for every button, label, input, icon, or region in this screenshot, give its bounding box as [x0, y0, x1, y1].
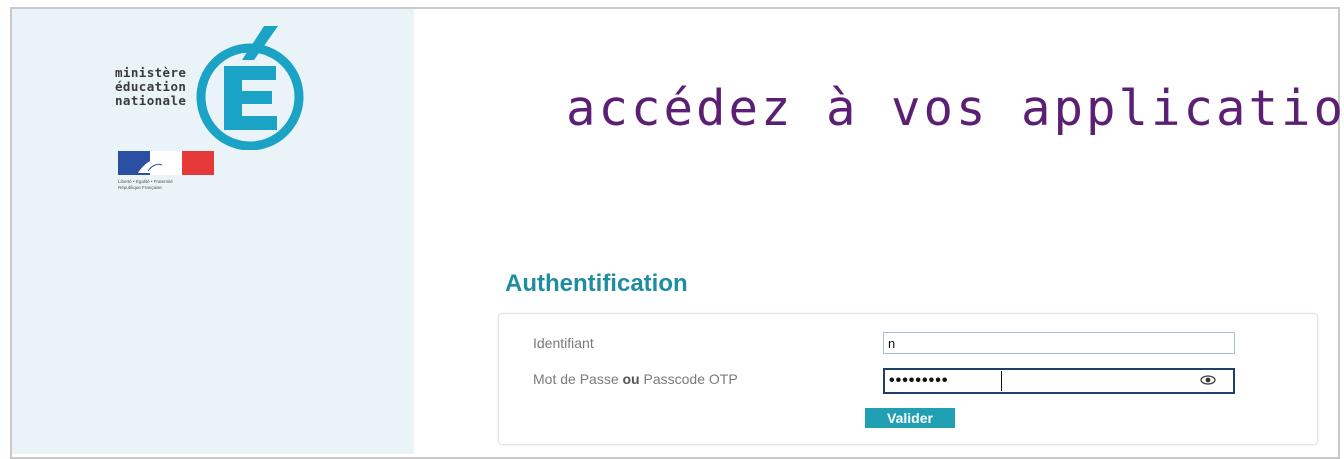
text-cursor — [1001, 371, 1002, 391]
republic-motto: Liberté • Égalité • Fraternité Républiqu… — [118, 179, 173, 191]
password-label-part-1: Mot de Passe — [533, 371, 623, 387]
valider-button[interactable]: Valider — [865, 408, 955, 428]
ministry-name: ministère éducation nationale — [115, 66, 186, 108]
eye-icon-glyph — [1200, 375, 1216, 385]
password-field[interactable] — [883, 368, 1235, 394]
password-label: Mot de Passe ou Passcode OTP — [533, 371, 738, 387]
e-acute-circle-logo — [196, 26, 304, 150]
motto-line-2: République Française — [118, 185, 162, 190]
page-headline: accédez à vos applications — [566, 80, 1344, 137]
identifiant-field[interactable] — [883, 332, 1235, 354]
ministry-line-2: éducation — [115, 79, 187, 94]
auth-title: Authentification — [505, 270, 688, 297]
eye-icon[interactable] — [1200, 374, 1216, 386]
password-label-part-2: Passcode OTP — [639, 371, 738, 387]
password-label-ou: ou — [622, 371, 640, 387]
republique-francaise-logo: Liberté • Égalité • Fraternité Républiqu… — [118, 151, 218, 199]
ministry-line-3: nationale — [115, 93, 187, 108]
ministry-line-1: ministère — [115, 65, 187, 80]
marianne-tricolour-logo — [118, 151, 214, 175]
identifiant-label: Identifiant — [533, 335, 594, 351]
